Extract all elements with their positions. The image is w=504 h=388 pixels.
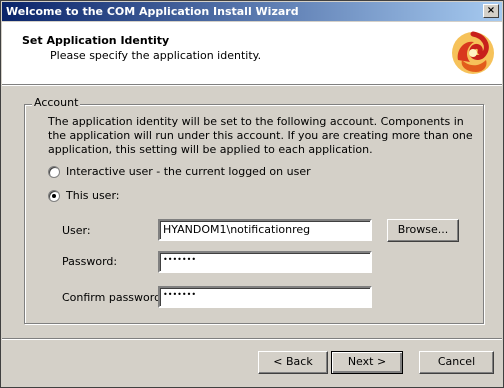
radio-this-user-indicator[interactable] [48, 189, 60, 202]
cancel-button[interactable]: Cancel [419, 351, 494, 374]
wizard-window: Welcome to the COM Application Install W… [0, 0, 504, 388]
wizard-header: Set Application Identity Please specify … [2, 22, 502, 84]
confirm-password-field[interactable]: ••••••• [158, 286, 372, 308]
back-button[interactable]: < Back [258, 351, 328, 374]
close-button[interactable]: × [483, 4, 499, 18]
close-icon: × [486, 5, 496, 16]
confirm-password-label: Confirm password: [62, 291, 165, 304]
this-user-radio[interactable]: This user: [48, 189, 119, 202]
title-bar[interactable]: Welcome to the COM Application Install W… [2, 2, 502, 21]
page-title: Set Application Identity [22, 34, 170, 47]
page-subtitle: Please specify the application identity. [50, 49, 262, 62]
browse-button[interactable]: Browse... [387, 219, 459, 242]
password-label: Password: [62, 255, 118, 268]
interactive-user-label: Interactive user - the current logged on… [66, 165, 311, 178]
interactive-user-radio[interactable]: Interactive user - the current logged on… [48, 165, 311, 178]
window-title: Welcome to the COM Application Install W… [6, 5, 299, 18]
user-label: User: [62, 224, 91, 237]
account-description: The application identity will be set to … [48, 115, 473, 156]
header-separator [2, 84, 502, 86]
this-user-label: This user: [66, 189, 120, 202]
next-button[interactable]: Next > [331, 351, 403, 374]
footer-separator [2, 338, 502, 340]
password-field[interactable]: ••••••• [158, 251, 372, 273]
account-group-label: Account [32, 96, 81, 109]
user-field[interactable]: HYANDOM1\notificationreg [158, 219, 372, 241]
radio-interactive-indicator[interactable] [48, 165, 60, 178]
wizard-swirl-icon [452, 31, 494, 74]
